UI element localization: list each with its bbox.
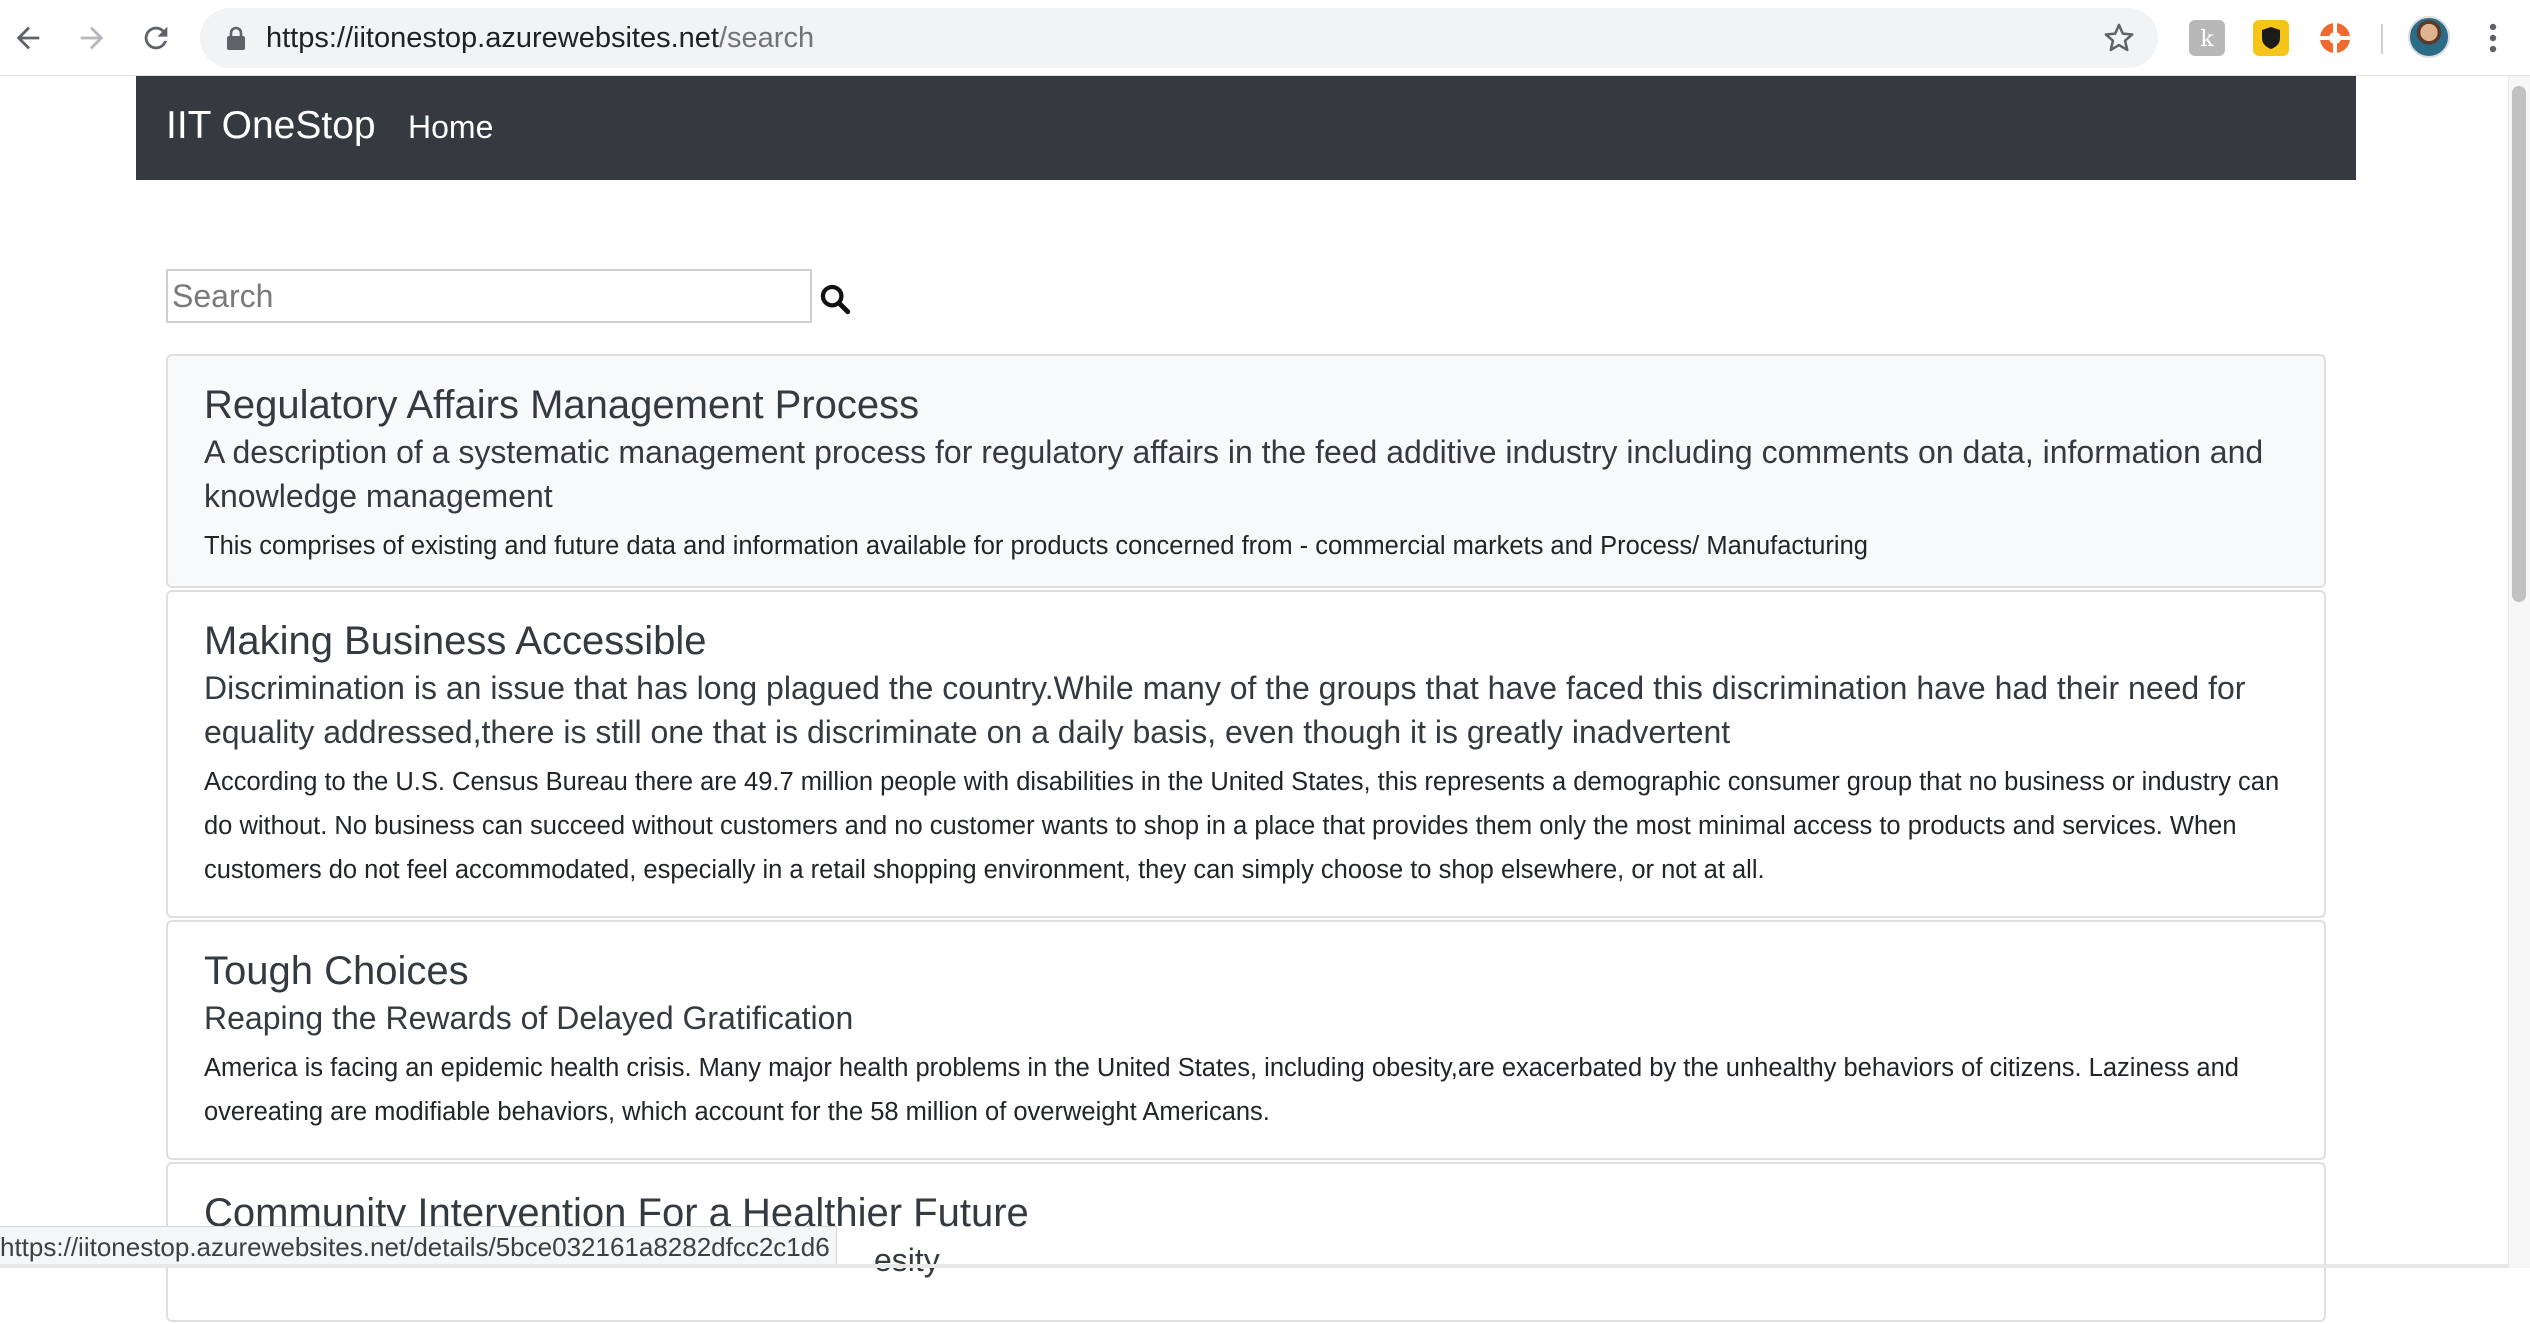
result-subtitle: Discrimination is an issue that has long… bbox=[204, 670, 2246, 750]
url-host: https://iitonestop.azurewebsites.net bbox=[266, 22, 719, 54]
result-title[interactable]: Making Business Accessible bbox=[204, 616, 2288, 666]
extension-shield-icon[interactable] bbox=[2253, 20, 2289, 56]
link-status-bar: https://iitonestop.azurewebsites.net/det… bbox=[0, 1226, 837, 1268]
result-subtitle: Reaping the Rewards of Delayed Gratifica… bbox=[204, 1000, 854, 1036]
result-card[interactable]: Tough Choices Reaping the Rewards of Del… bbox=[166, 920, 2326, 1160]
nav-link-home[interactable]: Home bbox=[408, 109, 493, 146]
browser-toolbar: https://iitonestop.azurewebsites.net/sea… bbox=[0, 0, 2530, 76]
address-bar[interactable]: https://iitonestop.azurewebsites.net/sea… bbox=[200, 8, 2158, 68]
result-card[interactable]: Making Business Accessible Discriminatio… bbox=[166, 590, 2326, 918]
lock-icon[interactable] bbox=[224, 25, 248, 51]
back-arrow-icon[interactable] bbox=[4, 14, 52, 62]
search-results-list: Regulatory Affairs Management Process A … bbox=[166, 354, 2326, 1324]
forward-arrow-icon[interactable] bbox=[68, 14, 116, 62]
url-text[interactable]: https://iitonestop.azurewebsites.net/sea… bbox=[266, 20, 814, 56]
result-text: America is facing an epidemic health cri… bbox=[204, 1054, 2239, 1126]
result-text: According to the U.S. Census Bureau ther… bbox=[204, 768, 2280, 884]
browser-menu-icon[interactable] bbox=[2478, 18, 2508, 58]
url-path: /search bbox=[718, 22, 815, 54]
site-navbar: IIT OneStop Home bbox=[136, 76, 2356, 180]
bookmark-star-icon[interactable] bbox=[2102, 21, 2136, 55]
search-icon[interactable] bbox=[818, 282, 852, 316]
svg-text:k: k bbox=[2200, 27, 2214, 52]
extension-k-icon[interactable]: k bbox=[2189, 20, 2225, 56]
result-card[interactable]: Regulatory Affairs Management Process A … bbox=[166, 354, 2326, 588]
navbar-brand[interactable]: IIT OneStop bbox=[166, 104, 376, 148]
scrollbar-thumb[interactable] bbox=[2512, 86, 2526, 602]
search-input[interactable] bbox=[166, 269, 812, 323]
result-subtitle: A description of a systematic management… bbox=[204, 434, 2264, 514]
window-bottom-edge bbox=[0, 1264, 2508, 1268]
result-title[interactable]: Tough Choices bbox=[204, 946, 2288, 996]
toolbar-divider bbox=[2381, 24, 2383, 54]
result-text: This comprises of existing and future da… bbox=[204, 532, 1868, 560]
result-title[interactable]: Regulatory Affairs Management Process bbox=[204, 380, 2288, 430]
profile-avatar[interactable] bbox=[2408, 16, 2450, 58]
extension-lifebuoy-icon[interactable] bbox=[2317, 20, 2353, 56]
reload-icon[interactable] bbox=[132, 14, 180, 62]
